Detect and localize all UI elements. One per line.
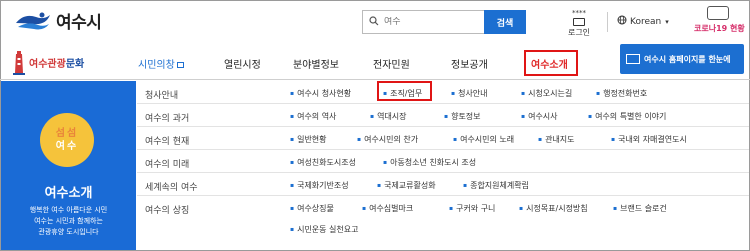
menu-link[interactable]: 브랜드 슬로건	[613, 203, 667, 214]
menu-link[interactable]: 국내외 자매결연도시	[611, 134, 687, 145]
search-input[interactable]	[384, 17, 474, 27]
nav-citizen-window[interactable]: 시민의창	[138, 56, 184, 71]
header-divider	[607, 12, 608, 32]
menu-row-symbol: 여수의 상징 여수상징물 여수심벌마크 구커와 구니 시정목표/시정방침 브랜드…	[137, 196, 749, 242]
site-logo[interactable]: 여수시	[14, 8, 102, 33]
menu-link[interactable]: 시민운동 실천요고	[290, 224, 358, 235]
search-button[interactable]: 검색	[484, 10, 526, 34]
section-title: 여수소개	[44, 186, 93, 201]
menu-row-future: 여수의 미래 여성친화도시조성 아동청소년 친화도시 조성	[137, 150, 749, 173]
tour-culture-label: 여수관광문화	[29, 58, 85, 70]
globe-icon	[617, 15, 627, 28]
yeosu-logo-icon	[14, 9, 52, 33]
menu-link[interactable]: 시정목표/시정방침	[519, 203, 588, 214]
search-field[interactable]	[362, 10, 484, 34]
menu-link[interactable]: 여수상징물	[290, 203, 334, 214]
language-select[interactable]: Korean ▾	[617, 15, 669, 28]
menu-category[interactable]: 여수의 미래	[145, 157, 189, 170]
menu-link[interactable]: 아동청소년 친화도시 조성	[383, 157, 476, 168]
menu-link[interactable]: 행정전화번호	[596, 88, 647, 99]
menu-link[interactable]: 여수시민의 찬가	[357, 134, 418, 145]
menu-category[interactable]: 여수의 현재	[145, 134, 189, 147]
nav-highlight-box	[524, 50, 578, 76]
menu-category[interactable]: 청사안내	[145, 88, 178, 101]
menu-row-global: 세계속의 여수 국제화기반조성 국제교류활성화 종합지원체계확립	[137, 173, 749, 196]
site-overview-label: 여수시 홈페이지를 한눈에	[644, 54, 731, 64]
menu-link[interactable]: 시청오시는길	[521, 88, 572, 99]
menu-link[interactable]: 청사안내	[451, 88, 487, 99]
menu-link[interactable]: 향토정보	[444, 111, 480, 122]
nav-e-civil[interactable]: 전자민원	[373, 56, 410, 71]
login-stars: ****	[572, 9, 586, 17]
submenu-highlight-box	[377, 81, 432, 101]
menu-link[interactable]: 종합지원체계확립	[463, 180, 529, 191]
submenu-table: 청사안내 여수시 청사현황 조직/업무 청사안내 시청오시는길 행정전화번호 여…	[137, 81, 749, 242]
main-nav: 여수관광문화 시민의창 열린시정 분야별정보 전자민원 정보공개 여수소개 여수…	[0, 44, 750, 80]
login-label: 로그인	[567, 28, 591, 37]
logo-text: 여수시	[56, 13, 102, 33]
menu-category[interactable]: 여수의 과거	[145, 111, 189, 124]
site-overview-button[interactable]: 여수시 홈페이지를 한눈에	[620, 44, 744, 74]
monitor-icon	[626, 54, 640, 64]
nav-open-admin[interactable]: 열린시정	[224, 56, 261, 71]
section-panel: 섬섬 여수 여수소개 행복한 여수 아름다운 시민 여수는 시민과 함께하는 관…	[1, 81, 136, 250]
menu-link[interactable]: 역대시장	[370, 111, 406, 122]
covid-label: 코로나19 현황	[694, 24, 745, 33]
tower-icon	[12, 49, 26, 75]
menu-row-present: 여수의 현재 일반현황 여수시민의 찬가 여수시민의 노래 관내지도 국내외 자…	[137, 127, 749, 150]
menu-link[interactable]: 여수시 청사현황	[290, 88, 351, 99]
menu-link[interactable]: 여수시사	[521, 111, 557, 122]
nav-field-info[interactable]: 분야별정보	[293, 56, 339, 71]
lock-icon	[573, 18, 585, 26]
island-badge: 섬섬 여수	[40, 113, 94, 167]
menu-row-past: 여수의 과거 여수의 역사 역대시장 향토정보 여수시사 여수의 특별한 이야기	[137, 104, 749, 127]
menu-link[interactable]: 여성친화도시조성	[290, 157, 356, 168]
menu-link[interactable]: 관내지도	[538, 134, 574, 145]
nav-info-disclosure[interactable]: 정보공개	[451, 56, 488, 71]
section-description: 행복한 여수 아름다운 시민 여수는 시민과 함께하는 관광휴양 도시입니다	[29, 206, 108, 236]
menu-link[interactable]: 여수심벌마크	[362, 203, 413, 214]
menu-link[interactable]: 여수의 특별한 이야기	[588, 111, 666, 122]
covid-status-link[interactable]: 코로나19 현황	[694, 6, 745, 34]
menu-link[interactable]: 구커와 구니	[449, 203, 495, 214]
badge-line2: 여수	[55, 141, 79, 152]
menu-link[interactable]: 국제화기반조성	[290, 180, 349, 191]
external-window-icon	[176, 62, 184, 68]
menu-link[interactable]: 일반현황	[290, 134, 326, 145]
menu-category[interactable]: 여수의 상징	[145, 203, 189, 216]
menu-row-office: 청사안내 여수시 청사현황 조직/업무 청사안내 시청오시는길 행정전화번호	[137, 81, 749, 104]
menu-link[interactable]: 여수의 역사	[290, 111, 336, 122]
language-label: Korean	[630, 16, 662, 27]
chevron-down-icon: ▾	[665, 17, 669, 26]
login-button[interactable]: **** 로그인	[564, 9, 594, 38]
top-header: 여수시 검색 **** 로그인 Korean ▾ 코로나19 현황	[0, 0, 750, 44]
menu-link[interactable]: 국제교류활성화	[377, 180, 436, 191]
tour-culture-link[interactable]: 여수관광문화	[12, 49, 84, 75]
search-icon	[369, 15, 379, 29]
mask-icon	[707, 6, 729, 20]
menu-link[interactable]: 여수시민의 노래	[453, 134, 514, 145]
badge-line1: 섬섬	[55, 128, 79, 139]
menu-category[interactable]: 세계속의 여수	[145, 180, 198, 193]
